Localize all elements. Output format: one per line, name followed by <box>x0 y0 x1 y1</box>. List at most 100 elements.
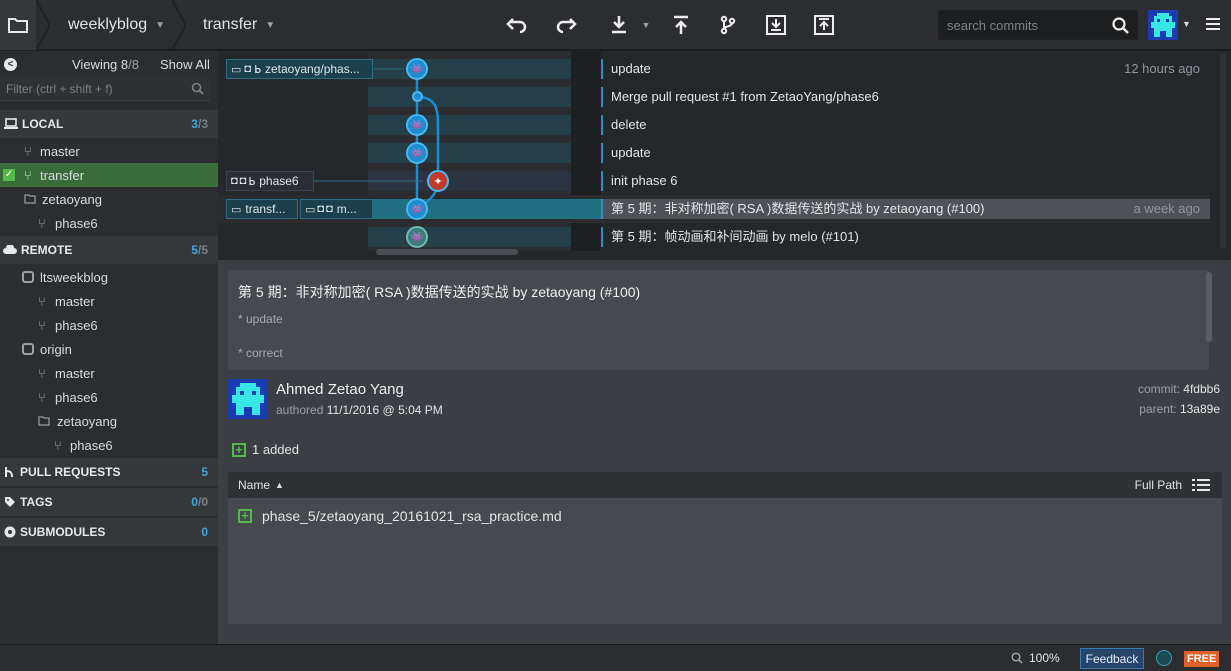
local-section-header[interactable]: LOCAL 3/3 <box>0 110 218 138</box>
laptop-icon: ▭ <box>305 203 316 216</box>
branch-icon: ⑂ <box>38 365 46 381</box>
undo-button[interactable] <box>504 12 530 38</box>
sidebar-item-label: master <box>55 293 95 309</box>
full-path-toggle[interactable]: Full Path <box>1135 478 1182 492</box>
show-all-button[interactable]: Show All <box>160 57 210 72</box>
chevron-down-icon[interactable]: ▼ <box>1182 19 1191 29</box>
branch-tag-label: m... <box>336 202 357 216</box>
sidebar-item-origin-zetaoyang-phase6[interactable]: ⑂ phase6 <box>0 433 218 457</box>
merge-node[interactable] <box>412 91 423 102</box>
feedback-button[interactable]: Feedback <box>1080 648 1144 669</box>
sidebar-item-master[interactable]: ⑂ master <box>0 139 218 163</box>
sidebar-item-origin-zetaoyang[interactable]: zetaoyang <box>0 409 218 433</box>
sidebar-item-zetaoyang[interactable]: zetaoyang <box>0 187 218 211</box>
branch-tag-current[interactable]: ▭ transf... <box>226 199 298 219</box>
github-icon <box>22 343 34 355</box>
graph-hscrollbar[interactable] <box>376 249 518 255</box>
files-list: + phase_5/zetaoyang_20161021_rsa_practic… <box>228 498 1222 624</box>
github-icon <box>22 271 34 283</box>
github-icon: ◘ <box>231 175 238 187</box>
local-count-value: 3 <box>191 117 198 131</box>
branch-tag-label: zetaoyang/phas... <box>264 62 360 76</box>
added-label: 1 added <box>252 442 299 457</box>
parent-sha[interactable]: 13a89e <box>1180 402 1220 416</box>
push-button[interactable] <box>668 12 694 38</box>
commit-message: 第 5 期：非对称加密( RSA )数据传送的实战 by zetaoyang (… <box>611 201 985 216</box>
branch-tag[interactable]: ◘ ◘ ᖯ phase6 <box>226 171 314 191</box>
commit-message: init phase 6 <box>611 173 678 188</box>
branch-tag[interactable]: ▭ ◘ ᖯ zetaoyang/phas... <box>226 59 373 79</box>
branch-tag-label: phase6 <box>259 174 299 188</box>
menu-button[interactable] <box>1206 17 1220 31</box>
sidebar-item-transfer[interactable]: ✓ ⑂ transfer <box>0 163 218 187</box>
search-input[interactable] <box>939 11 1104 39</box>
sidebar-item-label: master <box>55 365 95 381</box>
pull-button[interactable] <box>606 12 632 38</box>
stash-button[interactable] <box>763 12 789 38</box>
back-icon[interactable]: < <box>4 57 17 71</box>
folder-icon <box>38 416 50 426</box>
commit-sha[interactable]: 4fdbb6 <box>1183 382 1220 396</box>
added-summary: + 1 added <box>232 442 299 457</box>
free-badge[interactable]: FREE <box>1184 651 1220 667</box>
repo-folder-button[interactable] <box>0 0 36 50</box>
parent-sha-label: parent: <box>1139 402 1177 416</box>
filter-input[interactable] <box>0 77 180 101</box>
local-title: LOCAL <box>22 117 64 131</box>
sidebar-item-remote-master[interactable]: ⑂ master <box>0 289 218 313</box>
remote-title: REMOTE <box>21 243 73 257</box>
commit-node[interactable]: ✦ <box>427 170 449 192</box>
tags-section-header[interactable]: TAGS 0/0 <box>0 488 218 516</box>
folder-icon <box>8 18 28 33</box>
graph-vscrollbar[interactable] <box>1220 53 1226 249</box>
row-bar <box>601 171 603 191</box>
repo-name: weeklyblog <box>68 16 148 33</box>
commit-node[interactable]: 👾 <box>406 114 428 136</box>
file-row[interactable]: + phase_5/zetaoyang_20161021_rsa_practic… <box>238 508 562 524</box>
commit-node[interactable]: 👾 <box>406 226 428 248</box>
cloud-icon <box>3 245 17 254</box>
commit-node[interactable]: 👾 <box>406 58 428 80</box>
sidebar-item-label: phase6 <box>55 389 98 405</box>
profile-avatar-button[interactable] <box>1148 10 1178 40</box>
commit-body-line: * update <box>238 312 283 326</box>
branch-icon: ⑂ <box>24 167 32 183</box>
zoom-level[interactable]: 100% <box>1029 651 1060 665</box>
viewing-row: < Viewing 8/8 Show All <box>0 53 218 75</box>
stash-icon <box>766 15 786 35</box>
search-icon <box>191 82 204 95</box>
repo-selector[interactable]: weeklyblog ▼ <box>68 0 165 50</box>
list-view-icon[interactable] <box>1192 479 1210 491</box>
pull-options-button[interactable]: ▼ <box>638 12 654 38</box>
github-icon: ◘ <box>317 203 325 215</box>
commit-node[interactable]: 👾 <box>406 142 428 164</box>
sidebar-item-label: origin <box>40 341 72 357</box>
sidebar-item-remote-phase6[interactable]: ⑂ phase6 <box>0 313 218 337</box>
sidebar-item-phase6[interactable]: ⑂ phase6 <box>0 211 218 235</box>
pull-requests-section-header[interactable]: PULL REQUESTS 5 <box>0 458 218 486</box>
submodule-icon <box>4 526 16 538</box>
sidebar-item-origin-master[interactable]: ⑂ master <box>0 361 218 385</box>
branch-selector[interactable]: transfer ▼ <box>203 0 275 50</box>
notification-icon[interactable] <box>1156 650 1172 666</box>
row-bar <box>601 143 603 163</box>
local-count-total: /3 <box>197 117 208 131</box>
sidebar-item-ltsweekblog[interactable]: ltsweekblog <box>0 265 218 289</box>
redo-button[interactable] <box>553 12 579 38</box>
commit-message: 第 5 期：帧动画和补间动画 by melo (#101) <box>611 229 859 244</box>
branch-name: transfer <box>203 16 258 33</box>
sidebar-item-origin[interactable]: origin <box>0 337 218 361</box>
remote-count: 5/5 <box>191 243 208 257</box>
branch-tag[interactable]: ▭ ◘ ◘ m... <box>300 199 373 219</box>
branch-button[interactable] <box>715 12 741 38</box>
commit-time: a week ago <box>1133 201 1201 216</box>
submodules-section-header[interactable]: SUBMODULES 0 <box>0 518 218 546</box>
remote-section-header[interactable]: REMOTE 5/5 <box>0 236 218 264</box>
pop-button[interactable] <box>811 12 837 38</box>
summary-scrollbar[interactable] <box>1206 272 1212 342</box>
branch-icon: ⑂ <box>38 389 46 405</box>
sort-by-name-button[interactable]: Name ▲ <box>238 478 284 492</box>
sidebar-item-origin-phase6[interactable]: ⑂ phase6 <box>0 385 218 409</box>
search-icon[interactable] <box>1112 17 1129 34</box>
commit-node[interactable]: 👾 <box>406 198 428 220</box>
